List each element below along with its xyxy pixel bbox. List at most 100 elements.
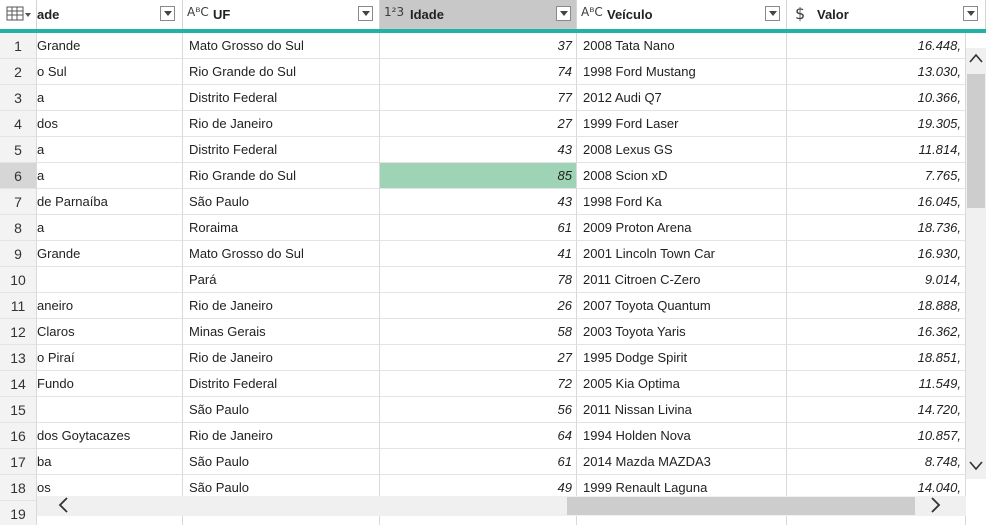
cell-uf[interactable]: Distrito Federal [183, 137, 380, 163]
cell-idade[interactable]: 64 [380, 423, 577, 449]
row-number[interactable]: 17 [0, 449, 37, 475]
cell-valor[interactable]: 8.748, [787, 449, 966, 475]
cell-cidade[interactable]: aneiro [37, 293, 183, 319]
filter-dropdown-icon[interactable] [765, 6, 780, 21]
cell-veiculo[interactable]: 2012 Audi Q7 [577, 85, 787, 111]
cell-veiculo[interactable]: 2014 Mazda MAZDA3 [577, 449, 787, 475]
table-row[interactable]: 5 a Distrito Federal 43 2008 Lexus GS 11.814, [0, 137, 986, 163]
row-number[interactable]: 12 [0, 319, 37, 345]
row-number[interactable]: 13 [0, 345, 37, 371]
cell-valor[interactable]: 14.720, [787, 397, 966, 423]
row-number[interactable]: 2 [0, 59, 37, 85]
filter-dropdown-icon[interactable] [358, 6, 373, 21]
cell-valor[interactable]: 18.888, [787, 293, 966, 319]
currency-type-icon[interactable]: $ [795, 4, 805, 24]
scroll-left-icon[interactable] [57, 496, 69, 514]
scroll-down-icon[interactable] [969, 460, 983, 472]
cell-uf[interactable]: Rio de Janeiro [183, 111, 380, 137]
row-number[interactable]: 10 [0, 267, 37, 293]
column-header-veiculo[interactable]: AᴮC Veículo [577, 0, 787, 29]
cell-veiculo[interactable]: 1999 Ford Laser [577, 111, 787, 137]
row-number[interactable]: 8 [0, 215, 37, 241]
table-row[interactable]: 14 Fundo Distrito Federal 72 2005 Kia Optima… [0, 371, 986, 397]
cell-idade[interactable]: 61 [380, 449, 577, 475]
cell-uf[interactable]: Rio de Janeiro [183, 293, 380, 319]
vertical-scroll-thumb[interactable] [967, 74, 985, 208]
cell-uf[interactable]: Mato Grosso do Sul [183, 241, 380, 267]
cell-idade[interactable]: 27 [380, 345, 577, 371]
table-row[interactable]: 17 ba São Paulo 61 2014 Mazda MAZDA3 8.748, [0, 449, 986, 475]
cell-cidade[interactable]: a [37, 163, 183, 189]
cell-uf[interactable]: Minas Gerais [183, 319, 380, 345]
data-grid[interactable]: ade AᴮC UF 1²3 Idade AᴮC Veículo $ Valor… [0, 0, 991, 525]
text-type-icon[interactable]: AᴮC [581, 5, 603, 25]
cell-idade[interactable]: 43 [380, 137, 577, 163]
row-number[interactable]: 19 [0, 501, 37, 525]
row-number[interactable]: 5 [0, 137, 37, 163]
cell-valor[interactable]: 7.765, [787, 163, 966, 189]
cell-veiculo[interactable]: 1995 Dodge Spirit [577, 345, 787, 371]
cell-valor[interactable]: 18.851, [787, 345, 966, 371]
cell-idade[interactable]: 72 [380, 371, 577, 397]
cell-veiculo[interactable]: 2007 Toyota Quantum [577, 293, 787, 319]
cell-valor[interactable]: 16.930, [787, 241, 966, 267]
cell-veiculo[interactable]: 2005 Kia Optima [577, 371, 787, 397]
cell-veiculo[interactable]: 2011 Nissan Livina [577, 397, 787, 423]
cell-cidade[interactable]: de Parnaíba [37, 189, 183, 215]
cell-uf[interactable]: Rio Grande do Sul [183, 163, 380, 189]
row-number[interactable]: 9 [0, 241, 37, 267]
table-row[interactable]: 6 a Rio Grande do Sul 85 2008 Scion xD 7.765, [0, 163, 986, 189]
number-type-icon[interactable]: 1²3 [384, 5, 404, 25]
cell-idade[interactable]: 26 [380, 293, 577, 319]
column-header-idade[interactable]: 1²3 Idade [380, 0, 577, 29]
cell-cidade[interactable]: dos Goytacazes [37, 423, 183, 449]
table-row[interactable]: 9 Grande Mato Grosso do Sul 41 2001 Lincoln … [0, 241, 986, 267]
cell-cidade[interactable] [37, 267, 183, 293]
cell-uf[interactable]: Pará [183, 267, 380, 293]
cell-veiculo[interactable]: 2008 Tata Nano [577, 33, 787, 59]
filter-dropdown-icon[interactable] [556, 6, 571, 21]
text-type-icon[interactable]: AᴮC [187, 5, 209, 25]
column-header-cidade[interactable]: ade [37, 0, 183, 29]
cell-cidade[interactable]: a [37, 85, 183, 111]
cell-uf[interactable]: Distrito Federal [183, 85, 380, 111]
cell-valor[interactable]: 9.014, [787, 267, 966, 293]
scroll-up-icon[interactable] [969, 52, 983, 64]
table-row[interactable]: 7 de Parnaíba São Paulo 43 1998 Ford Ka 16.04… [0, 189, 986, 215]
cell-cidade[interactable]: dos [37, 111, 183, 137]
row-number[interactable]: 3 [0, 85, 37, 111]
cell-cidade[interactable]: a [37, 215, 183, 241]
table-row[interactable]: 2o Sul Rio Grande do Sul 74 1998 Ford Musta… [0, 59, 986, 85]
column-header-valor[interactable]: $ Valor [787, 0, 986, 29]
cell-uf[interactable]: Mato Grosso do Sul [183, 33, 380, 59]
cell-veiculo[interactable]: 1998 Ford Ka [577, 189, 787, 215]
cell-idade[interactable]: 78 [380, 267, 577, 293]
table-menu-button[interactable] [0, 0, 37, 29]
cell-idade[interactable]: 58 [380, 319, 577, 345]
table-row[interactable]: 3 a Distrito Federal 77 2012 Audi Q7 10.366, [0, 85, 986, 111]
cell-uf[interactable]: Rio de Janeiro [183, 423, 380, 449]
cell-uf[interactable]: Rio de Janeiro [183, 345, 380, 371]
cell-veiculo[interactable]: 1994 Holden Nova [577, 423, 787, 449]
cell-veiculo[interactable]: 2003 Toyota Yaris [577, 319, 787, 345]
column-header-uf[interactable]: AᴮC UF [183, 0, 380, 29]
cell-veiculo[interactable]: 1998 Ford Mustang [577, 59, 787, 85]
cell-veiculo[interactable]: 2008 Lexus GS [577, 137, 787, 163]
row-number[interactable]: 4 [0, 111, 37, 137]
cell-idade[interactable]: 74 [380, 59, 577, 85]
cell-valor[interactable]: 11.549, [787, 371, 966, 397]
row-number[interactable]: 16 [0, 423, 37, 449]
table-row[interactable]: 11 aneiro Rio de Janeiro 26 2007 Toyota Quan… [0, 293, 986, 319]
table-row[interactable]: 16 dos Goytacazes Rio de Janeiro 64 1994 Hol… [0, 423, 986, 449]
cell-cidade[interactable] [37, 397, 183, 423]
row-number[interactable]: 1 [0, 33, 37, 59]
cell-uf[interactable]: Rio Grande do Sul [183, 59, 380, 85]
cell-valor[interactable]: 16.448, [787, 33, 966, 59]
cell-veiculo[interactable]: 2001 Lincoln Town Car [577, 241, 787, 267]
cell-idade[interactable]: 56 [380, 397, 577, 423]
cell-idade[interactable]: 37 [380, 33, 577, 59]
cell-cidade[interactable]: o Piraí [37, 345, 183, 371]
cell-idade[interactable]: 43 [380, 189, 577, 215]
cell-veiculo[interactable]: 2009 Proton Arena [577, 215, 787, 241]
filter-dropdown-icon[interactable] [160, 6, 175, 21]
